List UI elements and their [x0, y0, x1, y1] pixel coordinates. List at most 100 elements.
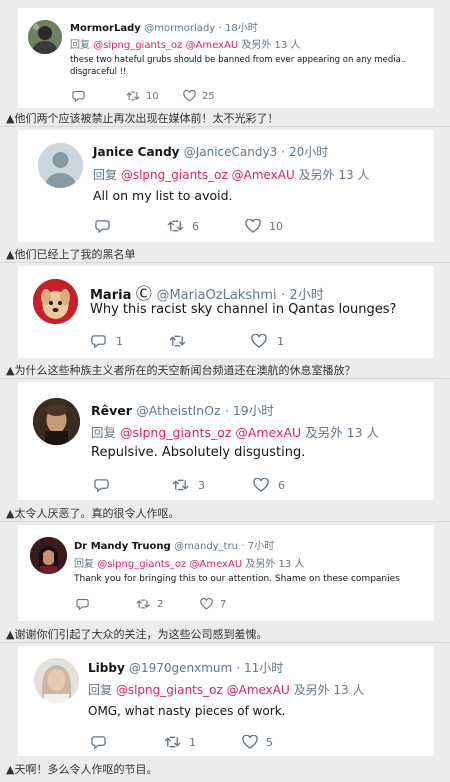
retweet-button[interactable] [169, 334, 251, 348]
display-name[interactable]: Rêver [91, 403, 132, 418]
others-label[interactable]: 及另外 13 人 [294, 683, 365, 697]
display-name[interactable]: Libby [88, 661, 125, 675]
caption-text: ▲天啊！多么令人作呕的节目。 [6, 763, 158, 776]
author-handle[interactable]: @AtheistInOz [136, 403, 220, 418]
display-name[interactable]: MormorLady [70, 23, 141, 34]
tweet-actions: 6 10 [95, 219, 283, 233]
author-name[interactable]: Dr Mandy Truong @mandy_tru · 7小时 [74, 537, 274, 552]
divider [0, 262, 450, 263]
reply-button[interactable] [91, 735, 164, 749]
reply-icon [91, 335, 106, 348]
reply-label: 回复 [74, 559, 94, 570]
reply-button[interactable] [72, 90, 126, 102]
tweet-time[interactable]: · 11小时 [236, 661, 283, 675]
divider [0, 126, 450, 127]
retweet-button[interactable]: 6 [167, 219, 245, 233]
display-name[interactable]: Janice Candy [93, 145, 180, 159]
like-button[interactable]: 7 [200, 598, 226, 610]
tweet-text: All on my list to avoid. [93, 188, 233, 203]
caption-text: ▲他们已经上了我的黑名单 [6, 248, 136, 261]
retweet-icon [126, 91, 140, 101]
like-button[interactable]: 5 [242, 735, 273, 749]
mention-link[interactable]: @AmexAU [235, 425, 301, 440]
like-count: 7 [220, 598, 227, 610]
like-count: 5 [266, 735, 273, 749]
reply-to: 回复 @slpng_giants_oz @AmexAU 及另外 13 人 [74, 555, 304, 570]
retweet-button[interactable]: 2 [136, 598, 200, 610]
tweet-time[interactable]: · 20小时 [281, 145, 328, 159]
author-handle[interactable]: @MariaOzLakshmi [156, 288, 276, 303]
divider [0, 642, 450, 643]
retweet-button[interactable]: 1 [164, 735, 242, 749]
author-name[interactable]: Libby @1970genxmum · 11小时 [88, 659, 283, 676]
heart-icon [245, 219, 261, 233]
tweet-time[interactable]: · 19小时 [225, 403, 274, 418]
avatar[interactable] [28, 20, 62, 54]
retweet-button[interactable]: 3 [172, 478, 253, 492]
avatar[interactable] [33, 279, 78, 324]
author-handle[interactable]: @1970genxmum [129, 661, 232, 675]
avatar[interactable] [38, 143, 83, 188]
divider [0, 521, 450, 522]
retweet-icon [136, 599, 150, 609]
tweet-card[interactable]: Maria Ⓒ @MariaOzLakshmi · 2小时 Why this r… [18, 266, 434, 358]
tweet-time[interactable]: · 2小时 [281, 288, 324, 303]
display-name[interactable]: Dr Mandy Truong [74, 541, 171, 552]
tweet-time[interactable]: · 7小时 [241, 541, 274, 552]
retweet-icon [169, 335, 186, 347]
mention-link[interactable]: @slpng_giants_oz [121, 168, 228, 182]
others-label[interactable]: 及另外 13 人 [305, 425, 379, 440]
retweet-icon [172, 479, 189, 491]
reply-label: 回复 [91, 425, 117, 440]
tweet-card[interactable]: Dr Mandy Truong @mandy_tru · 7小时 回复 @slp… [18, 525, 434, 621]
avatar[interactable] [33, 398, 80, 445]
heart-icon [253, 478, 269, 492]
like-button[interactable]: 10 [245, 219, 283, 233]
author-handle[interactable]: @mormorlady [144, 23, 215, 34]
mention-link[interactable]: @AmexAU [186, 40, 239, 51]
reply-button[interactable] [95, 219, 167, 233]
tweet-card[interactable]: Libby @1970genxmum · 11小时 回复 @slpng_gian… [18, 646, 434, 756]
mention-link[interactable]: @slpng_giants_oz [116, 683, 223, 697]
mention-link[interactable]: @AmexAU [227, 683, 290, 697]
tweet-text: Repulsive. Absolutely disgusting. [91, 445, 306, 460]
mention-link[interactable]: @slpng_giants_oz [120, 425, 231, 440]
others-label[interactable]: 及另外 13 人 [245, 559, 304, 570]
caption-text: ▲太令人厌恶了。真的很令人作呕。 [6, 507, 180, 520]
author-name[interactable]: Rêver @AtheistInOz · 19小时 [91, 400, 274, 419]
mention-link[interactable]: @AmexAU [190, 559, 243, 570]
tweet-card[interactable]: MormorLady @mormorlady · 18小时 回复 @slpng_… [18, 8, 434, 108]
tweet-card[interactable]: Janice Candy @JaniceCandy3 · 20小时 回复 @sl… [18, 130, 434, 242]
author-name[interactable]: MormorLady @mormorlady · 18小时 [70, 19, 258, 34]
author-name[interactable]: Janice Candy @JaniceCandy3 · 20小时 [93, 143, 328, 160]
mention-link[interactable]: @slpng_giants_oz [97, 559, 186, 570]
author-name[interactable]: Maria Ⓒ @MariaOzLakshmi · 2小时 [90, 280, 324, 304]
avatar[interactable] [30, 537, 67, 574]
tweet-time[interactable]: · 18小时 [219, 23, 258, 34]
author-handle[interactable]: @JaniceCandy3 [184, 145, 278, 159]
others-label[interactable]: 及另外 13 人 [241, 40, 300, 51]
mention-link[interactable]: @AmexAU [232, 168, 295, 182]
reply-button[interactable] [94, 478, 172, 492]
retweet-icon [164, 736, 181, 748]
like-button[interactable]: 25 [183, 90, 215, 102]
retweet-button[interactable]: 10 [126, 90, 183, 102]
like-button[interactable]: 6 [253, 478, 285, 492]
reply-button[interactable] [76, 598, 136, 610]
tweet-card[interactable]: Rêver @AtheistInOz · 19小时 回复 @slpng_gian… [18, 382, 434, 500]
reply-button[interactable]: 1 [91, 334, 169, 348]
others-label[interactable]: 及另外 13 人 [299, 168, 370, 182]
caption-text: ▲谢谢你们引起了大众的关注，为这些公司感到羞愧。 [6, 628, 268, 641]
divider [0, 378, 450, 379]
avatar[interactable] [34, 658, 79, 703]
tweet-actions: 1 1 [91, 334, 284, 348]
like-count: 10 [269, 219, 283, 233]
caption-text: ▲他们两个应该被禁止再次出现在媒体前！太不光彩了！ [6, 112, 279, 125]
mention-link[interactable]: @slpng_giants_oz [93, 40, 182, 51]
tweet-actions: 10 25 [72, 90, 215, 102]
reply-icon [72, 91, 85, 102]
like-button[interactable]: 1 [251, 334, 284, 348]
display-name[interactable]: Maria [90, 288, 131, 303]
author-handle[interactable]: @mandy_tru [174, 541, 238, 552]
tweet-text-line: these two hateful grubs should be banned… [70, 55, 407, 65]
